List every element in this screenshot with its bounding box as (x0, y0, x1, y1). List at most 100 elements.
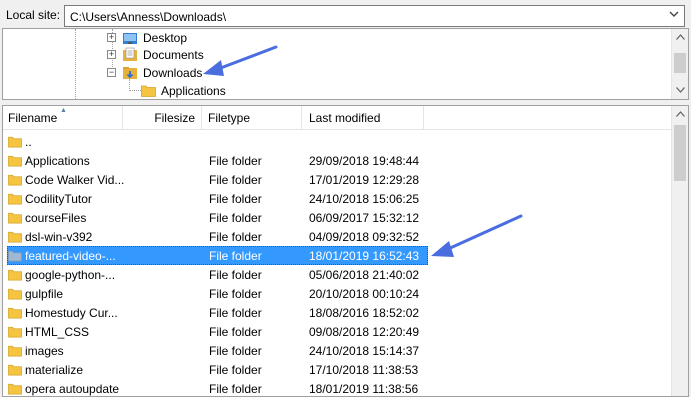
column-header-filename[interactable]: ▲ Filename (3, 106, 123, 130)
last-modified: 17/01/2019 12:29:28 (309, 173, 420, 187)
list-item[interactable]: Applications File folder 29/09/2018 19:48:… (3, 151, 671, 170)
folder-icon (8, 383, 22, 395)
folder-icon (8, 193, 22, 205)
last-modified: 29/09/2018 19:48:44 (309, 154, 420, 168)
last-modified: 17/10/2018 11:38:53 (309, 363, 419, 377)
last-modified: 18/08/2016 18:52:02 (309, 306, 420, 320)
filename: Applications (25, 154, 90, 168)
filetype: File folder (209, 325, 262, 339)
file-list[interactable]: ▲ Filename Filesize Filetype Last modifi… (2, 105, 689, 397)
folder-icon (8, 364, 22, 376)
chevron-down-icon[interactable] (667, 9, 681, 23)
column-header-filetype[interactable]: Filetype (202, 106, 302, 130)
last-modified: 18/01/2019 11:38:56 (309, 382, 419, 396)
filetype: File folder (209, 211, 262, 225)
tree-guide-line (129, 90, 141, 91)
last-modified: 24/10/2018 15:14:37 (309, 344, 420, 358)
list-item[interactable]: opera autoupdate File folder 18/01/2019 11… (3, 379, 671, 396)
last-modified: 20/10/2018 00:10:24 (309, 287, 420, 301)
sort-ascending-icon: ▲ (60, 107, 67, 114)
filename: Homestudy Cur... (25, 306, 118, 320)
tree-item-label: Applications (161, 84, 226, 98)
folder-icon (141, 85, 156, 97)
filename: images (25, 344, 64, 358)
filetype: File folder (209, 382, 262, 396)
column-header-label: Filesize (154, 111, 195, 125)
file-list-scrollbar[interactable] (671, 106, 688, 396)
filename: featured-video-... (25, 249, 116, 263)
list-item[interactable]: gulpfile File folder 20/10/2018 00:10:24 (3, 284, 671, 303)
folder-icon (8, 345, 22, 357)
tree-scrollbar[interactable] (671, 29, 688, 99)
tree-item-label: Downloads (143, 66, 203, 80)
filename: google-python-... (25, 268, 116, 282)
list-item[interactable]: Code Walker Vid... File folder 17/01/2019 … (3, 170, 671, 189)
list-item[interactable]: CodilityTutor File folder 24/10/2018 15:06… (3, 189, 671, 208)
filename: CodilityTutor (25, 192, 92, 206)
filename: gulpfile (25, 287, 64, 301)
downloads-folder-icon (123, 67, 137, 79)
column-header-label: Last modified (309, 111, 381, 125)
list-item[interactable]: courseFiles File folder 06/09/2017 15:32:1… (3, 208, 671, 227)
folder-icon (8, 212, 22, 224)
last-modified: 06/09/2017 15:32:12 (309, 211, 420, 225)
last-modified: 09/08/2018 12:20:49 (309, 325, 420, 339)
list-item[interactable]: google-python-... File folder 05/06/2018 2… (3, 265, 671, 284)
filename: materialize (25, 363, 84, 377)
column-header-last-modified[interactable]: Last modified (302, 106, 424, 130)
filetype: File folder (209, 344, 262, 358)
list-item[interactable]: images File folder 24/10/2018 15:14:37 (3, 341, 671, 360)
filetype: File folder (209, 192, 262, 206)
last-modified: 05/06/2018 21:40:02 (309, 268, 420, 282)
column-header-label: Filename (8, 111, 58, 125)
expand-icon[interactable]: + (107, 50, 116, 59)
tree-guide-line (75, 29, 76, 99)
last-modified: 18/01/2019 16:52:43 (309, 249, 420, 263)
list-item[interactable]: materialize File folder 17/10/2018 11:38:5… (3, 360, 671, 379)
list-item-parent[interactable]: .. (3, 132, 671, 151)
filetype: File folder (209, 306, 262, 320)
filetype: File folder (209, 173, 262, 187)
scroll-up-icon[interactable] (672, 29, 688, 46)
file-list-header: ▲ Filename Filesize Filetype Last modifi… (3, 106, 671, 130)
folder-icon (8, 231, 22, 243)
column-header-filesize[interactable]: Filesize (123, 106, 202, 130)
folder-icon (8, 307, 22, 319)
filename: .. (25, 135, 32, 149)
last-modified: 24/10/2018 15:06:25 (309, 192, 420, 206)
filename: dsl-win-v392 (25, 230, 93, 244)
scroll-thumb[interactable] (674, 125, 686, 181)
collapse-icon[interactable]: − (107, 68, 116, 77)
local-site-path-value: C:\Users\Anness\Downloads\ (70, 10, 227, 24)
documents-folder-icon (123, 47, 137, 61)
list-item[interactable]: dsl-win-v392 File folder 04/09/2018 09:32:… (3, 227, 671, 246)
filename: courseFiles (25, 211, 87, 225)
filename: opera autoupdate (25, 382, 120, 396)
filetype: File folder (209, 287, 262, 301)
folder-icon (8, 174, 22, 186)
scroll-up-icon[interactable] (672, 106, 688, 123)
scroll-down-icon[interactable] (672, 82, 688, 99)
folder-icon (8, 269, 22, 281)
folder-icon (8, 326, 22, 338)
folder-icon (8, 136, 22, 148)
local-site-path-combo[interactable]: C:\Users\Anness\Downloads\ (64, 5, 685, 27)
filetype: File folder (209, 230, 262, 244)
last-modified: 04/09/2018 09:32:52 (309, 230, 420, 244)
list-item[interactable]: HTML_CSS File folder 09/08/2018 12:20:49 (3, 322, 671, 341)
list-item[interactable]: featured-video-... File folder 18/01/2019 … (3, 246, 671, 265)
column-header-label: Filetype (208, 111, 251, 125)
filetype: File folder (209, 268, 262, 282)
filetype: File folder (209, 154, 262, 168)
list-item[interactable]: Homestudy Cur... File folder 18/08/2016 18… (3, 303, 671, 322)
tree-item-applications[interactable]: Applications (141, 82, 341, 99)
folder-icon (8, 288, 22, 300)
expand-icon[interactable]: + (107, 33, 116, 42)
tree-item-downloads[interactable]: − Downloads (103, 64, 303, 82)
scroll-thumb[interactable] (674, 53, 686, 73)
tree-item-documents[interactable]: + Documents (103, 46, 303, 64)
filetype: File folder (209, 363, 262, 377)
filename: HTML_CSS (25, 325, 90, 339)
directory-tree[interactable]: + Desktop + Documents − Downloads Applic… (2, 28, 689, 100)
tree-item-desktop[interactable]: + Desktop (103, 29, 303, 47)
